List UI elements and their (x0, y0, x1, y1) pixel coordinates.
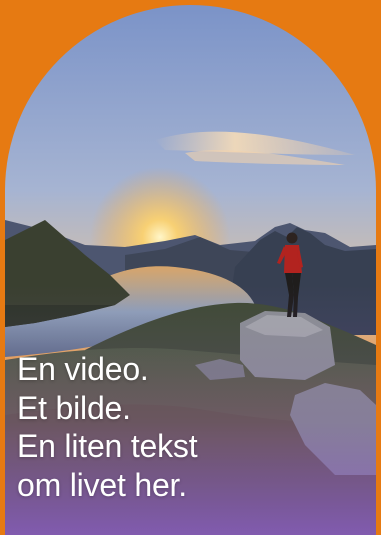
caption-line-2: Et bilde. (17, 389, 131, 426)
promo-card: En video. Et bilde. En liten tekst om li… (0, 0, 381, 535)
caption-text: En video. Et bilde. En liten tekst om li… (17, 350, 347, 504)
caption-line-4: om livet her. (17, 466, 187, 503)
caption-line-3: En liten tekst (17, 428, 198, 464)
caption-line-1: En video. (17, 351, 149, 387)
